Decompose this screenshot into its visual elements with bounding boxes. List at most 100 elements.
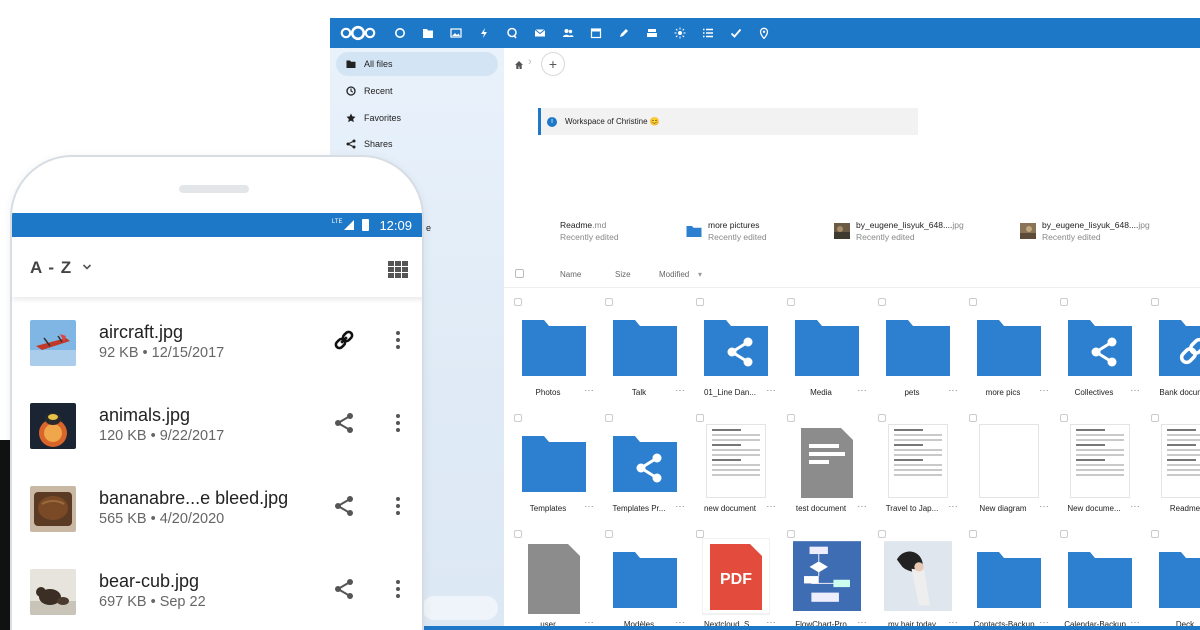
- link-icon[interactable]: [332, 328, 356, 352]
- select-checkbox[interactable]: [514, 530, 522, 538]
- list-item[interactable]: animals.jpg 120 KB • 9/22/2017: [12, 395, 422, 478]
- sidebar-item-shares[interactable]: Shares: [336, 132, 498, 156]
- file-tile[interactable]: my hair today ···: [874, 530, 962, 630]
- tasks-icon[interactable]: [694, 18, 722, 48]
- sidebar-item-recent[interactable]: Recent: [336, 79, 498, 103]
- file-tile[interactable]: Collectives ···: [1056, 298, 1144, 408]
- file-tile[interactable]: 01_Line Dan... ···: [692, 298, 780, 408]
- select-checkbox[interactable]: [969, 530, 977, 538]
- grid-view-icon[interactable]: [388, 261, 408, 278]
- share-icon[interactable]: [332, 494, 356, 518]
- file-tile[interactable]: .Contacts-Backup ···: [965, 530, 1053, 630]
- workspace-note[interactable]: i Workspace of Christine 😊: [538, 108, 918, 135]
- file-tile[interactable]: Talk ···: [601, 298, 689, 408]
- share-icon[interactable]: [332, 411, 356, 435]
- select-checkbox[interactable]: [878, 414, 886, 422]
- file-tile[interactable]: Media ···: [783, 298, 871, 408]
- nextcloud-logo[interactable]: [330, 18, 386, 48]
- select-checkbox[interactable]: [1060, 530, 1068, 538]
- recent-item[interactable]: Readme.md Recently edited: [538, 218, 619, 244]
- more-horizontal-icon[interactable]: ···: [585, 502, 595, 511]
- more-horizontal-icon[interactable]: ···: [767, 386, 777, 395]
- file-tile[interactable]: Modèles ···: [601, 530, 689, 630]
- more-horizontal-icon[interactable]: ···: [1131, 386, 1141, 395]
- select-checkbox[interactable]: [1060, 298, 1068, 306]
- dashboard-icon[interactable]: [386, 18, 414, 48]
- more-horizontal-icon[interactable]: ···: [858, 386, 868, 395]
- more-vertical-icon[interactable]: [396, 331, 400, 349]
- file-tile[interactable]: new document ···: [692, 414, 780, 524]
- select-checkbox[interactable]: [696, 530, 704, 538]
- file-tile[interactable]: Bank docum...···: [1147, 298, 1200, 408]
- select-checkbox[interactable]: [605, 530, 613, 538]
- share-icon[interactable]: [332, 577, 356, 601]
- file-tile[interactable]: test document ···: [783, 414, 871, 524]
- select-checkbox[interactable]: [605, 298, 613, 306]
- list-item[interactable]: aircraft.jpg 92 KB • 12/15/2017: [12, 312, 422, 395]
- select-checkbox[interactable]: [787, 414, 795, 422]
- select-checkbox[interactable]: [696, 298, 704, 306]
- more-horizontal-icon[interactable]: ···: [676, 386, 686, 395]
- mail-icon[interactable]: [526, 18, 554, 48]
- file-tile[interactable]: pets ···: [874, 298, 962, 408]
- select-all-checkbox[interactable]: [515, 269, 524, 278]
- select-checkbox[interactable]: [1060, 414, 1068, 422]
- contacts-icon[interactable]: [554, 18, 582, 48]
- file-tile[interactable]: Deck···: [1147, 530, 1200, 630]
- file-tile[interactable]: PDF Nextcloud_S... ···: [692, 530, 780, 630]
- more-horizontal-icon[interactable]: ···: [676, 502, 686, 511]
- select-checkbox[interactable]: [787, 298, 795, 306]
- column-name[interactable]: Name: [560, 270, 581, 279]
- column-size[interactable]: Size: [615, 270, 631, 279]
- more-horizontal-icon[interactable]: ···: [858, 502, 868, 511]
- file-tile[interactable]: Readme···: [1147, 414, 1200, 524]
- weather-icon[interactable]: [666, 18, 694, 48]
- files-icon[interactable]: [414, 18, 442, 48]
- sort-button[interactable]: A - Z: [30, 258, 72, 278]
- file-tile[interactable]: Travel to Jap... ···: [874, 414, 962, 524]
- notes-icon[interactable]: [610, 18, 638, 48]
- select-checkbox[interactable]: [696, 414, 704, 422]
- file-tile[interactable]: New docume... ···: [1056, 414, 1144, 524]
- new-button[interactable]: +: [541, 52, 565, 76]
- file-tile[interactable]: Photos ···: [510, 298, 598, 408]
- select-checkbox[interactable]: [969, 298, 977, 306]
- file-tile[interactable]: Templates Pr... ···: [601, 414, 689, 524]
- checkmark-icon[interactable]: [722, 18, 750, 48]
- more-horizontal-icon[interactable]: ···: [767, 502, 777, 511]
- sidebar-item-favorites[interactable]: Favorites: [336, 106, 498, 130]
- select-checkbox[interactable]: [1151, 298, 1159, 306]
- recent-item[interactable]: more pictures Recently edited: [686, 218, 767, 244]
- select-checkbox[interactable]: [514, 298, 522, 306]
- file-tile[interactable]: more pics ···: [965, 298, 1053, 408]
- activity-icon[interactable]: [470, 18, 498, 48]
- more-horizontal-icon[interactable]: ···: [1040, 502, 1050, 511]
- select-checkbox[interactable]: [605, 414, 613, 422]
- select-checkbox[interactable]: [1151, 530, 1159, 538]
- select-checkbox[interactable]: [787, 530, 795, 538]
- chevron-down-icon[interactable]: [82, 262, 92, 272]
- more-horizontal-icon[interactable]: ···: [1131, 502, 1141, 511]
- photos-icon[interactable]: [442, 18, 470, 48]
- more-vertical-icon[interactable]: [396, 580, 400, 598]
- more-horizontal-icon[interactable]: ···: [949, 386, 959, 395]
- list-item[interactable]: bear-cub.jpg 697 KB • Sep 22: [12, 561, 422, 630]
- select-checkbox[interactable]: [1151, 414, 1159, 422]
- more-horizontal-icon[interactable]: ···: [585, 386, 595, 395]
- sidebar-item-partial[interactable]: e: [416, 216, 496, 240]
- sidebar-item-all-files[interactable]: All files: [336, 52, 498, 76]
- recent-item[interactable]: by_eugene_lisyuk_648....jpg Recently edit…: [1020, 218, 1150, 244]
- file-tile[interactable]: .Calendar-Backup ···: [1056, 530, 1144, 630]
- select-checkbox[interactable]: [878, 298, 886, 306]
- file-tile[interactable]: user ···: [510, 530, 598, 630]
- more-horizontal-icon[interactable]: ···: [1040, 386, 1050, 395]
- list-item[interactable]: bananabre...e bleed.jpg 565 KB • 4/20/20…: [12, 478, 422, 561]
- more-vertical-icon[interactable]: [396, 497, 400, 515]
- more-vertical-icon[interactable]: [396, 414, 400, 432]
- select-checkbox[interactable]: [878, 530, 886, 538]
- calendar-icon[interactable]: [582, 18, 610, 48]
- sidebar-settings-button[interactable]: [422, 596, 498, 620]
- home-icon[interactable]: [514, 60, 524, 70]
- column-modified[interactable]: Modified: [659, 270, 689, 279]
- deck-icon[interactable]: [638, 18, 666, 48]
